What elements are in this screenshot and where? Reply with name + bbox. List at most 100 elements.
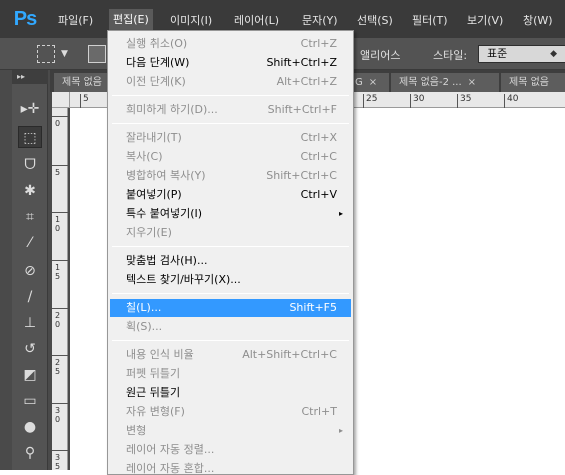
ruler-label: 3 5 [55, 453, 61, 470]
menu-item-label: 퍼펫 뒤틀기 [126, 367, 181, 380]
menu-item-fade[interactable]: 희미하게 하기(D)... Shift+Ctrl+F [110, 101, 351, 119]
gradient-tool-icon[interactable]: ▭ [18, 390, 42, 412]
doc-tab-label: 제목 없음-2 ... [399, 77, 462, 88]
menu-item-paste-special[interactable]: 특수 붙여넣기(I) ▸ [110, 205, 351, 223]
menu-item-label: 텍스트 찾기/바꾸기(X)... [126, 273, 241, 286]
ruler-label: 0 [55, 119, 61, 128]
menu-item-label: 레이어 자동 정렬... [126, 443, 215, 456]
menu-item-shortcut: Alt+Ctrl+Z [276, 75, 337, 88]
menu-item-label: 레이어 자동 혼합... [126, 462, 215, 475]
menu-item-copy[interactable]: 복사(C) Ctrl+C [110, 148, 351, 166]
close-icon[interactable]: × [369, 77, 377, 88]
menu-view[interactable]: 보기(V) [467, 10, 503, 32]
menu-item-label: 붙여넣기(P) [126, 188, 182, 201]
menu-image[interactable]: 이미지(I) [170, 10, 212, 32]
menu-item-spell-check[interactable]: 맞춤법 검사(H)... [110, 252, 351, 270]
ruler-label: 2 0 [55, 311, 61, 329]
menu-item-shortcut: Shift+Ctrl+C [266, 169, 337, 182]
menu-item-step-backward[interactable]: 이전 단계(K) Alt+Ctrl+Z [110, 73, 351, 91]
ruler-corner [52, 92, 70, 108]
magic-wand-tool-icon[interactable]: ✱ [18, 180, 42, 202]
lasso-tool-icon[interactable]: ᗜ [18, 154, 42, 176]
ruler-label: 1 5 [55, 263, 61, 281]
menu-item-label: 지우기(E) [126, 226, 172, 239]
ruler-tick [52, 212, 68, 213]
menu-type[interactable]: 문자(Y) [302, 10, 338, 32]
menu-item-shortcut: Ctrl+X [300, 131, 337, 144]
ruler-tick [52, 260, 68, 261]
doc-tab-3[interactable]: 제목 없음-2 ... × [391, 73, 499, 92]
zoom-tool-icon[interactable]: ⚲ [18, 442, 42, 464]
close-icon[interactable]: × [468, 77, 476, 88]
menu-item-content-aware-scale[interactable]: 내용 인식 비율 Alt+Shift+Ctrl+C [110, 346, 351, 364]
menu-item-shortcut: Alt+Shift+Ctrl+C [242, 348, 337, 361]
menu-item-auto-blend-layers[interactable]: 레이어 자동 혼합... [110, 460, 351, 475]
ruler-tick [52, 450, 68, 451]
crop-tool-icon[interactable]: ⌗ [18, 206, 42, 228]
ruler-label: 5 [55, 168, 61, 177]
menu-item-clear[interactable]: 지우기(E) [110, 224, 351, 242]
menu-item-label: 원근 뒤틀기 [126, 386, 181, 399]
menu-layer[interactable]: 레이어(L) [234, 10, 279, 32]
ruler-label: 3 0 [55, 406, 61, 424]
doc-tab-1[interactable]: 제목 없음 [54, 73, 108, 92]
vertical-ruler: 0 5 1 0 1 5 2 0 2 5 3 0 3 5 [52, 108, 68, 470]
menu-item-auto-align-layers[interactable]: 레이어 자동 정렬... [110, 441, 351, 459]
new-selection-icon[interactable] [88, 45, 106, 63]
menu-item-label: 칠(L)... [126, 301, 162, 314]
menu-window[interactable]: 창(W) [523, 10, 553, 32]
style-select-value: 표준 [487, 47, 508, 60]
move-tool-icon[interactable]: ▸✛ [18, 98, 42, 120]
menu-filter[interactable]: 필터(T) [412, 10, 448, 32]
menu-item-label: 이전 단계(K) [126, 75, 186, 88]
history-brush-tool-icon[interactable]: ↺ [18, 338, 42, 360]
brush-tool-icon[interactable]: / [18, 286, 42, 308]
menu-item-perspective-warp[interactable]: 원근 뒤틀기 [110, 384, 351, 402]
menu-item-fill[interactable]: 칠(L)... Shift+F5 [110, 299, 351, 317]
photoshop-logo: Ps [13, 8, 37, 30]
menu-item-shortcut: Shift+Ctrl+Z [266, 56, 337, 69]
ruler-label: 30 [410, 94, 424, 108]
style-select[interactable]: 표준 ◆ [478, 45, 565, 63]
menu-item-label: 잘라내기(T) [126, 131, 182, 144]
ruler-label: 1 0 [55, 215, 61, 233]
submenu-arrow-icon: ▸ [338, 426, 343, 435]
eyedropper-tool-icon[interactable]: ⁄ [18, 232, 42, 254]
menu-file[interactable]: 파일(F) [58, 10, 93, 32]
menu-item-shortcut: Shift+Ctrl+F [267, 103, 337, 116]
menu-select[interactable]: 선택(S) [357, 10, 393, 32]
ruler-tick [52, 116, 68, 117]
menu-item-shortcut: Ctrl+C [300, 150, 337, 163]
doc-tab-4[interactable]: 제목 없음 [501, 73, 565, 92]
menu-item-cut[interactable]: 잘라내기(T) Ctrl+X [110, 129, 351, 147]
menu-item-shortcut: Ctrl+T [301, 405, 337, 418]
menu-item-copy-merged[interactable]: 병합하여 복사(Y) Shift+Ctrl+C [110, 167, 351, 185]
menu-item-shortcut: Ctrl+V [300, 188, 337, 201]
menu-item-label: 다음 단계(W) [126, 56, 190, 69]
menu-item-find-replace[interactable]: 텍스트 찾기/바꾸기(X)... [110, 271, 351, 289]
menu-item-label: 획(S)... [126, 320, 163, 333]
menu-separator [112, 123, 349, 124]
doc-tab-label: G [355, 77, 363, 88]
menu-item-undo[interactable]: 실행 취소(O) Ctrl+Z [110, 35, 351, 53]
chevron-down-icon[interactable]: ▼ [61, 49, 68, 59]
blur-tool-icon[interactable]: ● [18, 416, 42, 438]
menu-item-free-transform[interactable]: 자유 변형(F) Ctrl+T [110, 403, 351, 421]
menu-item-stroke[interactable]: 획(S)... [110, 318, 351, 336]
ruler-label: 25 [363, 94, 377, 108]
marquee-preset-icon[interactable] [37, 45, 55, 63]
ruler-label: 40 [504, 94, 518, 108]
marquee-tool-icon[interactable]: ⬚ [18, 126, 42, 148]
style-label: 스타일: [433, 49, 468, 62]
menu-item-step-forward[interactable]: 다음 단계(W) Shift+Ctrl+Z [110, 54, 351, 72]
menu-item-label: 맞춤법 검사(H)... [126, 254, 208, 267]
eraser-tool-icon[interactable]: ◩ [18, 364, 42, 386]
menu-item-puppet-warp[interactable]: 퍼펫 뒤틀기 [110, 365, 351, 383]
menu-edit[interactable]: 편집(E) [109, 9, 153, 31]
menu-item-transform[interactable]: 변형 ▸ [110, 422, 351, 440]
menu-item-label: 변형 [126, 424, 147, 437]
stamp-tool-icon[interactable]: ⊥ [18, 312, 42, 334]
toolbox-collapse-icon[interactable]: ▸▸ [12, 70, 48, 84]
menu-item-paste[interactable]: 붙여넣기(P) Ctrl+V [110, 186, 351, 204]
healing-brush-tool-icon[interactable]: ⊘ [18, 260, 42, 282]
